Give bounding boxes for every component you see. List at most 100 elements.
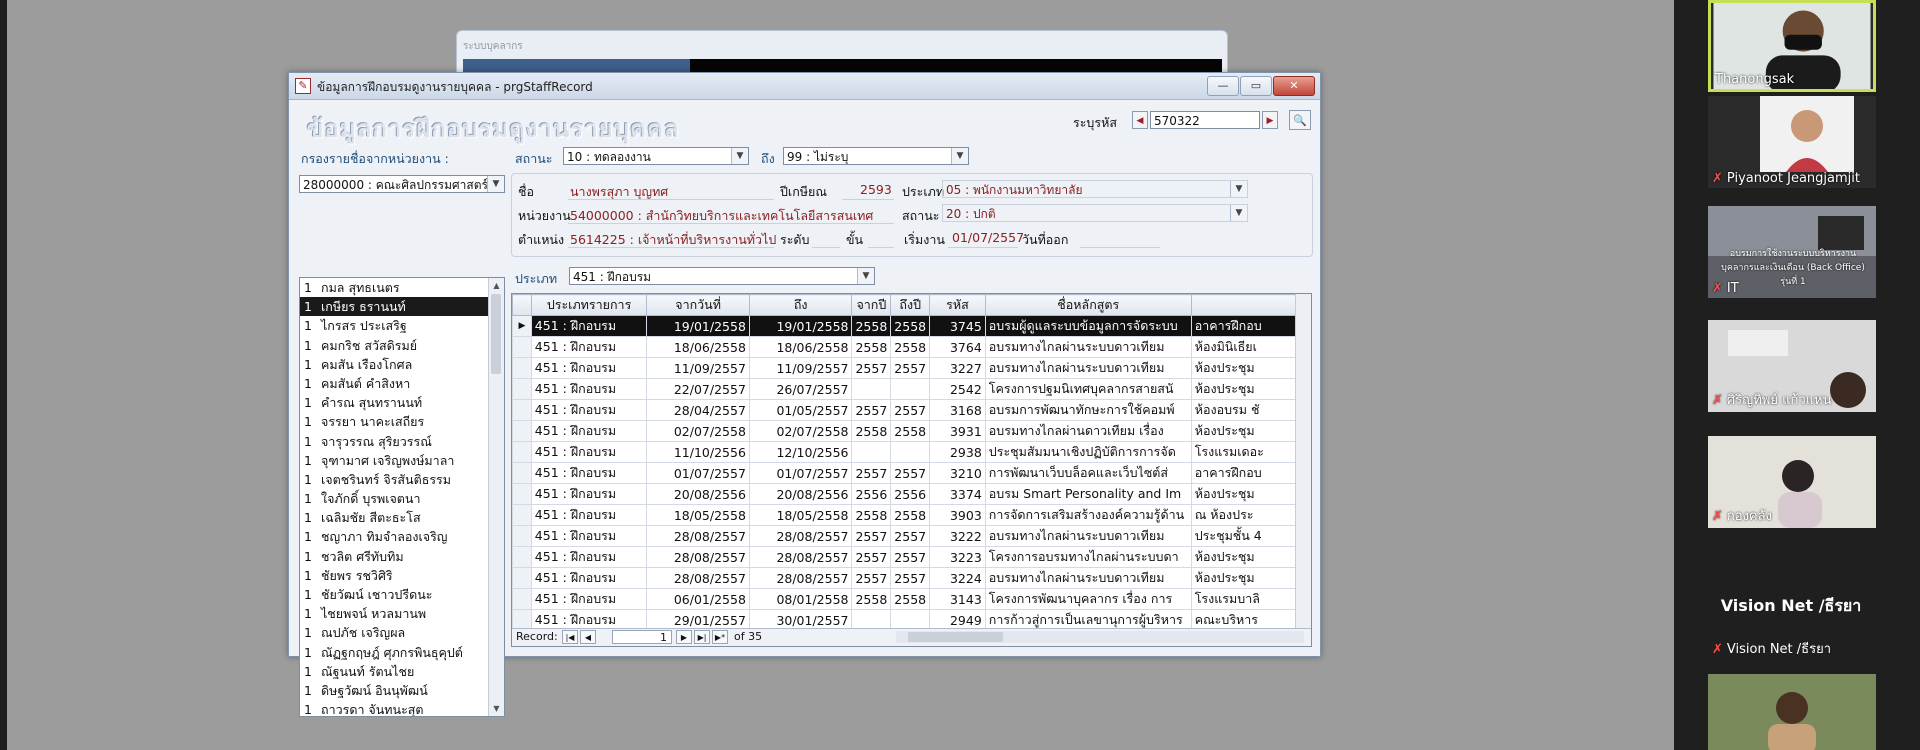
table-cell[interactable]: โครงการพัฒนาบุคลากร เรื่อง การ	[984, 588, 1192, 610]
row-selector[interactable]	[512, 441, 532, 463]
row-selector[interactable]	[512, 420, 532, 442]
table-cell[interactable]: 01/07/2557	[646, 462, 750, 484]
table-cell[interactable]: 451 : ฝึกอบรม	[530, 483, 648, 505]
scroll-thumb[interactable]	[491, 294, 501, 374]
table-cell[interactable]: 2558	[851, 420, 892, 442]
table-cell[interactable]: 2558	[890, 504, 931, 526]
table-row[interactable]: 451 : ฝึกอบรม 28/08/2557 28/08/2557 2557 255…	[512, 567, 1311, 589]
staff-type-combo[interactable]: 05 : พนักงานมหาวิทยาลัย ▼	[942, 180, 1248, 198]
table-cell[interactable]: 2557	[851, 567, 892, 589]
row-selector[interactable]	[512, 588, 532, 610]
table-row[interactable]: 451 : ฝึกอบรม 11/10/2556 12/10/2556 2938 ประ…	[512, 441, 1311, 463]
table-cell[interactable]: 2557	[890, 462, 931, 484]
table-cell[interactable]: 2557	[851, 399, 892, 421]
staff-list-item[interactable]: 1 คมกริช สวัสดิรมย์	[300, 336, 504, 355]
table-cell[interactable]: 2938	[929, 441, 986, 463]
table-cell[interactable]: 3745	[929, 315, 986, 337]
table-cell[interactable]: 20/08/2556	[748, 483, 853, 505]
table-cell[interactable]: 2557	[851, 357, 892, 379]
table-cell[interactable]: การพัฒนาเว็บบล็อคและเว็บไซต์ส่	[984, 462, 1192, 484]
row-selector[interactable]	[512, 336, 532, 358]
staff-list-item[interactable]: 1 ณปภัช เจริญผล	[300, 623, 504, 642]
prev-record-button[interactable]: ◀	[1132, 111, 1148, 129]
table-cell[interactable]: 08/01/2558	[748, 588, 853, 610]
row-selector[interactable]	[512, 462, 532, 484]
table-cell[interactable]: 2556	[851, 483, 892, 505]
table-cell[interactable]: 3903	[929, 504, 986, 526]
table-cell[interactable]: การจัดการเสริมสร้างองค์ความรู้ด้าน	[984, 504, 1192, 526]
table-cell[interactable]: อบรมทางไกลผ่านดาวเทียม เรื่อง	[984, 420, 1192, 442]
table-cell[interactable]	[890, 441, 931, 463]
table-cell[interactable]: 2558	[890, 420, 931, 442]
table-cell[interactable]: 451 : ฝึกอบรม	[530, 336, 648, 358]
staff-list-item[interactable]: 1 ชวลิต ศรีทับทิม	[300, 547, 504, 566]
scroll-down-icon[interactable]: ▼	[489, 701, 504, 716]
staff-status-combo[interactable]: 20 : ปกติ ▼	[942, 204, 1248, 222]
table-cell[interactable]: 18/06/2558	[748, 336, 853, 358]
row-selector[interactable]	[512, 483, 532, 505]
participant-tile-0[interactable]: Thanongsak	[1708, 0, 1876, 92]
chevron-down-icon[interactable]: ▼	[951, 148, 968, 164]
table-cell[interactable]: ห้องประชุม	[1190, 378, 1311, 400]
chevron-down-icon[interactable]: ▼	[1230, 181, 1247, 197]
table-cell[interactable]: 3931	[929, 420, 986, 442]
table-cell[interactable]: 3168	[929, 399, 986, 421]
current-record-input[interactable]: 1	[612, 630, 672, 644]
row-selector[interactable]	[512, 378, 532, 400]
table-cell[interactable]: 2556	[890, 483, 931, 505]
staff-list-item[interactable]: 1 เกษียร ธรานนท์	[300, 297, 504, 317]
table-cell[interactable]	[851, 441, 892, 463]
last-record-icon[interactable]: ▶|	[694, 630, 710, 644]
table-cell[interactable]: 2557	[890, 567, 931, 589]
table-cell[interactable]: 2558	[851, 315, 892, 337]
table-cell[interactable]: โรงแรมบาลิ	[1190, 588, 1311, 610]
row-selector[interactable]	[512, 567, 532, 589]
table-cell[interactable]: 2558	[851, 504, 892, 526]
column-header[interactable]: จากวันที่	[646, 294, 750, 316]
table-cell[interactable]: ณ ห้องประ	[1190, 504, 1311, 526]
table-cell[interactable]: 2557	[890, 525, 931, 547]
table-cell[interactable]: 28/08/2557	[646, 546, 750, 568]
table-cell[interactable]: 28/08/2557	[646, 567, 750, 589]
table-row[interactable]: 451 : ฝึกอบรม 20/08/2556 20/08/2556 2556 255…	[512, 483, 1311, 505]
column-header[interactable]: ถึง	[748, 294, 853, 316]
staff-list-item[interactable]: 1 จุฑามาศ เจริญพงษ์มาลา	[300, 451, 504, 470]
chevron-down-icon[interactable]: ▼	[857, 268, 874, 284]
table-cell[interactable]: 451 : ฝึกอบรม	[530, 525, 648, 547]
row-selector[interactable]: ▶	[512, 315, 532, 337]
participant-tile-2[interactable]: อบรมการใช้งานระบบบริหารงานบุคลากรและเงิน…	[1708, 206, 1876, 298]
new-record-icon[interactable]: ▶*	[712, 630, 728, 644]
table-cell[interactable]: 02/07/2558	[748, 420, 853, 442]
table-cell[interactable]: 28/08/2557	[748, 567, 853, 589]
staff-list-item[interactable]: 1 จารุวรรณ สุริยวรรณ์	[300, 432, 504, 451]
staff-list-scrollbar[interactable]: ▲ ▼	[488, 278, 504, 716]
row-selector[interactable]	[512, 399, 532, 421]
minimize-button[interactable]: —	[1207, 76, 1239, 96]
staff-id-input[interactable]: 570322	[1150, 111, 1260, 129]
table-cell[interactable]: ห้องอบรม ชั	[1190, 399, 1311, 421]
table-cell[interactable]: 3374	[929, 483, 986, 505]
maximize-button[interactable]: ▭	[1240, 76, 1272, 96]
column-header[interactable]: รหัส	[929, 294, 986, 316]
staff-list-item[interactable]: 1 ดิษฐวัฒน์ อินนุพัฒน์	[300, 681, 504, 700]
table-cell[interactable]: 28/08/2557	[646, 525, 750, 547]
table-row[interactable]: 451 : ฝึกอบรม 28/04/2557 01/05/2557 2557 255…	[512, 399, 1311, 421]
table-cell[interactable]: 01/05/2557	[748, 399, 853, 421]
table-cell[interactable]: 451 : ฝึกอบรม	[530, 420, 648, 442]
staff-list-item[interactable]: 1 คมสัน เรืองโกศล	[300, 355, 504, 374]
table-cell[interactable]: 2557	[890, 357, 931, 379]
status-to-combo[interactable]: 99 : ไม่ระบุ ▼	[783, 147, 969, 165]
staff-list-item[interactable]: 1 ใจภักดิ์ บุรพเจตนา	[300, 489, 504, 508]
column-header[interactable]: ชื่อหลักสูตร	[984, 294, 1192, 316]
column-header[interactable]	[1190, 294, 1311, 316]
record-type-combo[interactable]: 451 : ฝึกอบรม ▼	[569, 267, 875, 285]
table-row[interactable]: 451 : ฝึกอบรม 02/07/2558 02/07/2558 2558 255…	[512, 420, 1311, 442]
table-cell[interactable]: โรงแรมเดอะ	[1190, 441, 1311, 463]
staff-list-item[interactable]: 1 ไชยพจน์ หวลมานพ	[300, 604, 504, 623]
staff-list-item[interactable]: 1 คมสันต์ คำสิงหา	[300, 374, 504, 393]
table-cell[interactable]: 451 : ฝึกอบรม	[530, 441, 648, 463]
table-cell[interactable]: โครงการปฐมนิเทศบุคลากรสายสนั	[984, 378, 1192, 400]
title-bar[interactable]: ✎ ข้อมูลการฝึกอบรมดูงานรายบุคคล - prgSta…	[289, 73, 1320, 100]
table-cell[interactable]: 451 : ฝึกอบรม	[530, 399, 648, 421]
staff-list-item[interactable]: 1 ไกรสร ประเสริฐ	[300, 316, 504, 335]
